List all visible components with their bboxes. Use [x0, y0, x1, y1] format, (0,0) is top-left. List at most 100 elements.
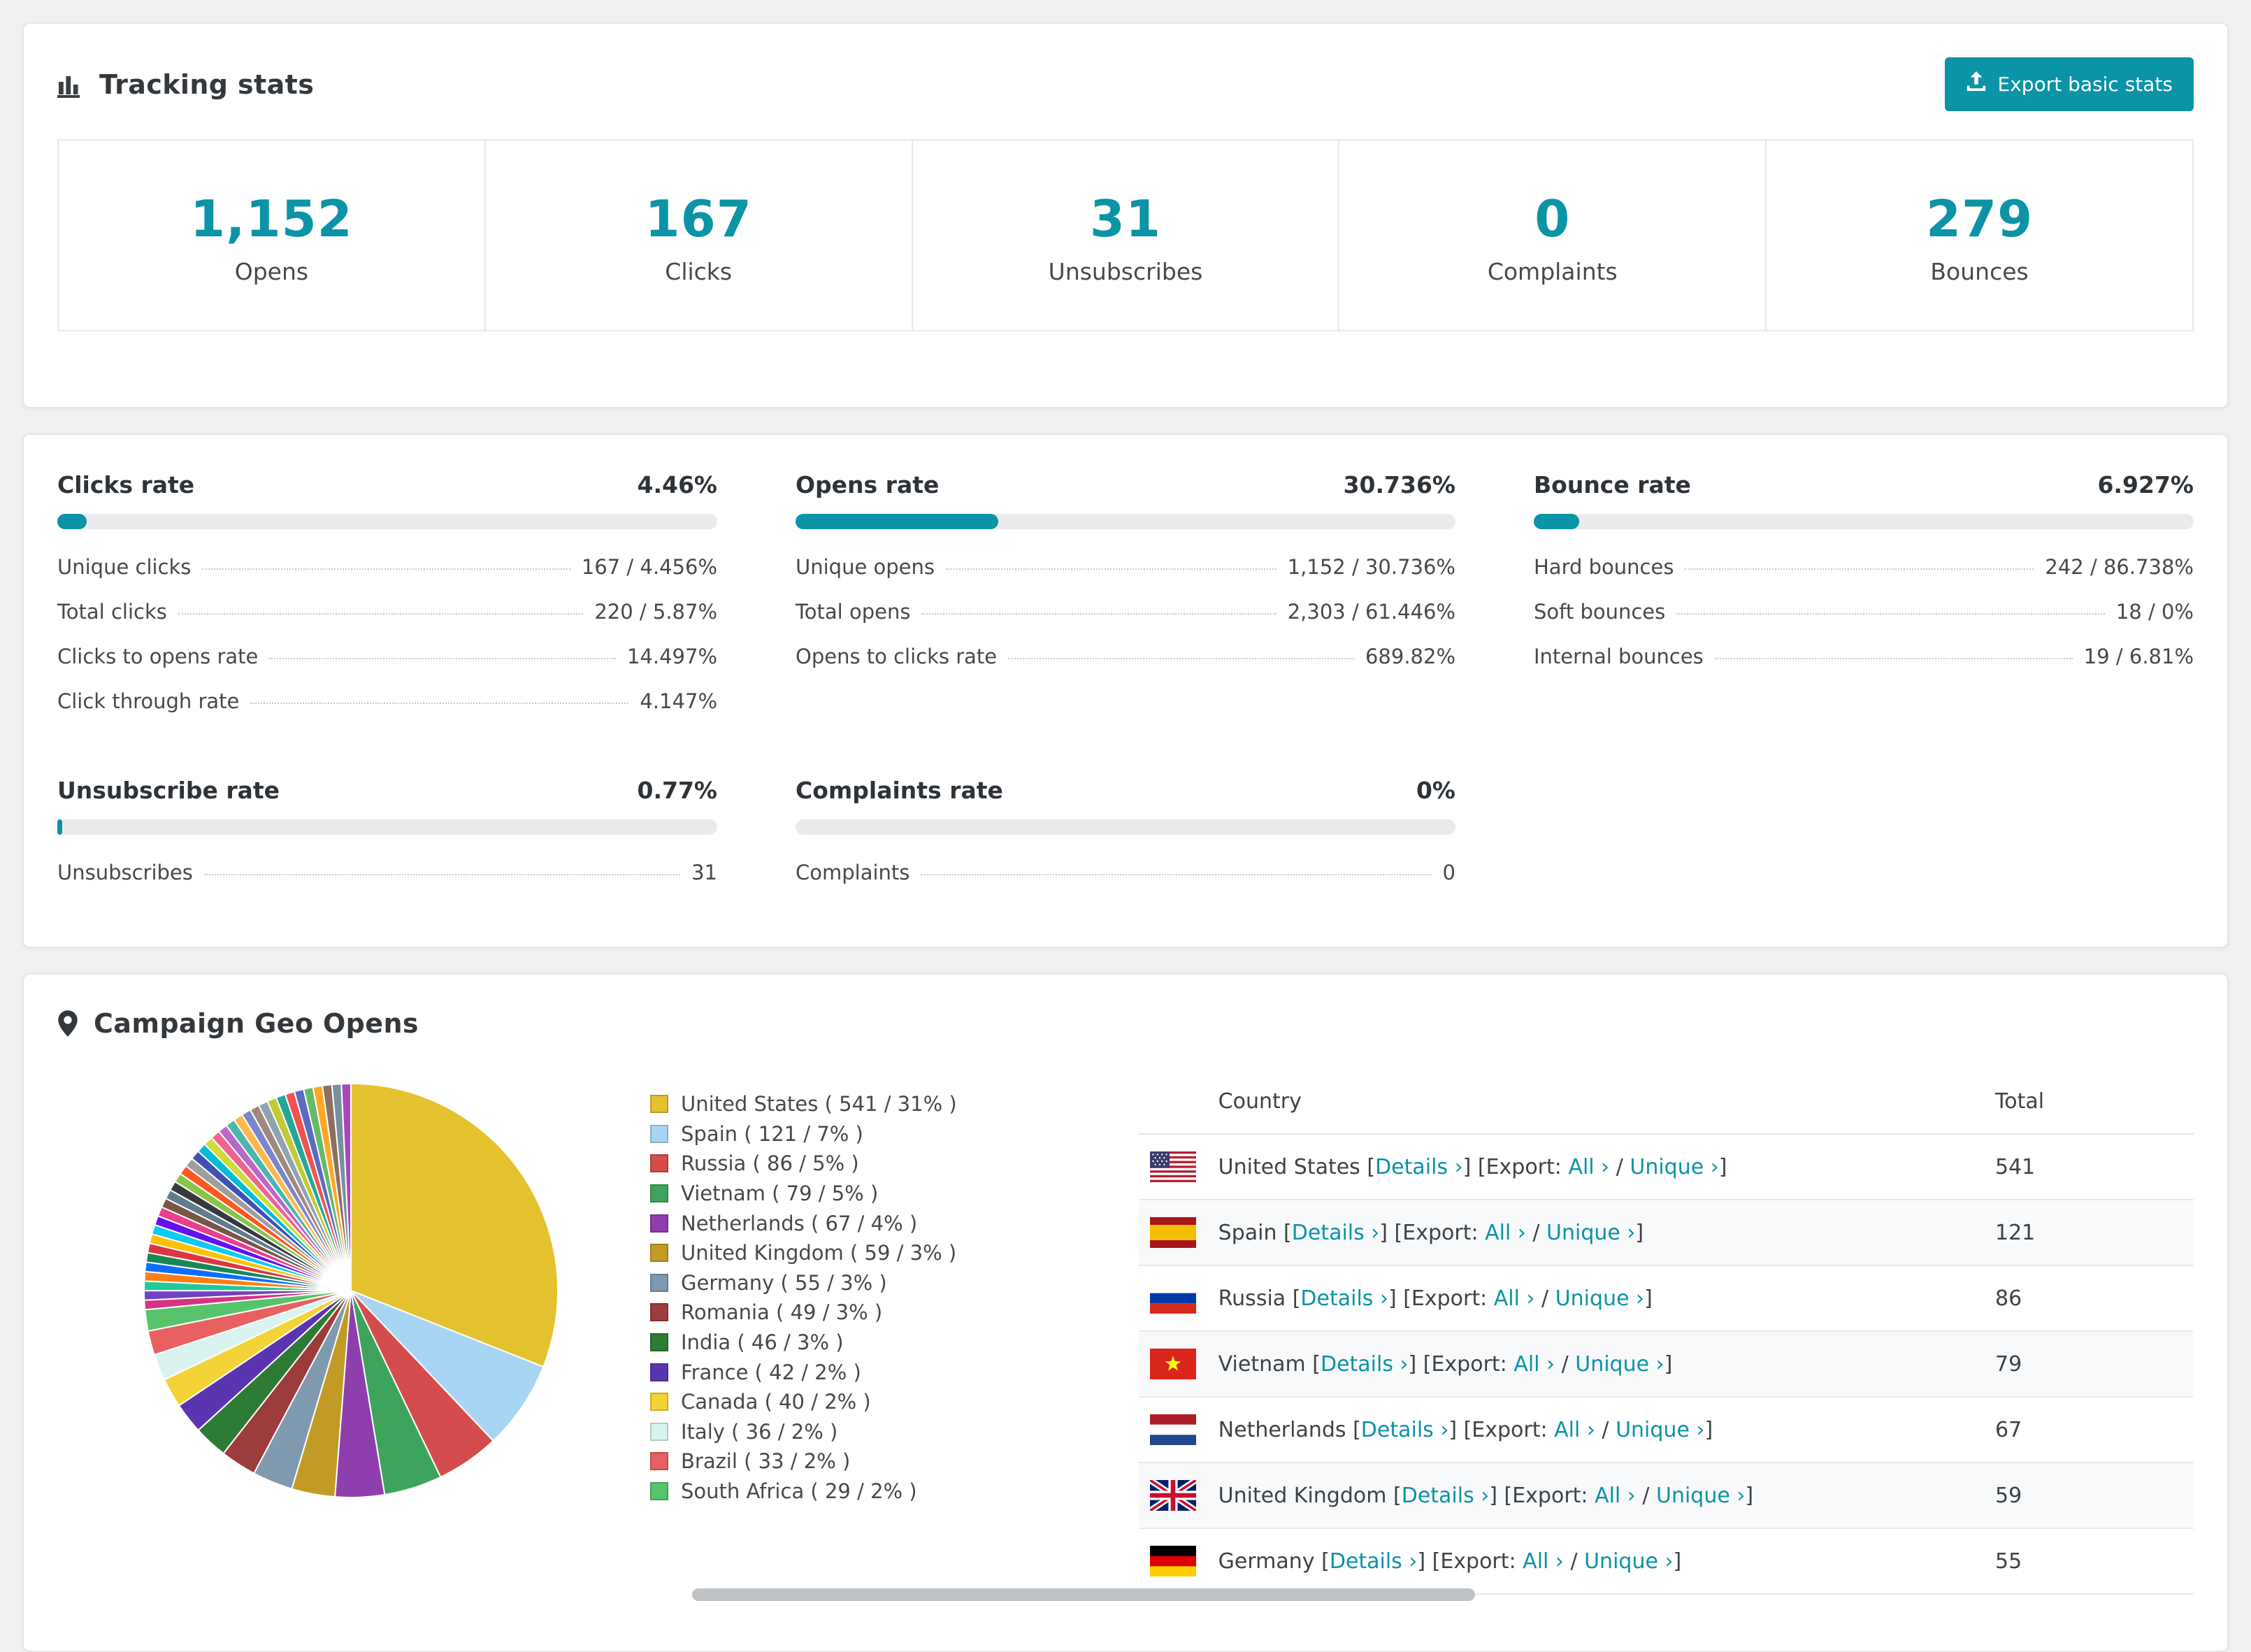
stat-line: Unsubscribes 31 — [57, 850, 717, 895]
export-basic-stats-button[interactable]: Export basic stats — [1945, 57, 2194, 111]
flag-cell — [1139, 1200, 1207, 1265]
flag-cell — [1139, 1528, 1207, 1594]
bounce-rate-section: Bounce rate 6.927% Hard bounces 242 / 86… — [1534, 471, 2194, 724]
details-link[interactable]: Details › — [1292, 1221, 1380, 1245]
export-unique-link[interactable]: Unique › — [1575, 1352, 1664, 1377]
stat-line-label: Click through rate — [57, 689, 239, 713]
page: Tracking stats Export basic stats 1,152 … — [0, 0, 2251, 1652]
export-unique-link[interactable]: Unique › — [1656, 1484, 1745, 1508]
legend-swatch — [650, 1214, 668, 1233]
table-row: Russia [Details ›] [Export: All › / Uniq… — [1139, 1265, 2194, 1331]
dotted-leader — [946, 568, 1276, 570]
stat-line-label: Complaints — [796, 861, 909, 884]
stat-line: Unique clicks 167 / 4.456% — [57, 545, 717, 589]
stat-line-value: 2,303 / 61.446% — [1288, 600, 1455, 624]
country-total: 121 — [1984, 1200, 2194, 1265]
export-all-link[interactable]: All › — [1513, 1352, 1555, 1377]
export-all-link[interactable]: All › — [1554, 1418, 1595, 1442]
rate-value: 6.927% — [2098, 471, 2194, 498]
export-all-link[interactable]: All › — [1523, 1549, 1564, 1574]
legend-label: Romania ( 49 / 3% ) — [681, 1300, 882, 1324]
stat-line: Total clicks 220 / 5.87% — [57, 589, 717, 634]
stat-line-value: 0 — [1443, 861, 1455, 884]
details-link[interactable]: Details › — [1300, 1286, 1388, 1311]
geo-legend: United States ( 541 / 31% ) Spain ( 121 … — [650, 1089, 957, 1506]
progress-fill — [57, 514, 87, 529]
progress-fill — [1534, 514, 1579, 529]
rate-rows: Unique opens 1,152 / 30.736% Total opens… — [796, 545, 1455, 679]
bracket: ] — [1664, 1352, 1673, 1377]
stat-line-value: 689.82% — [1365, 645, 1455, 668]
export-all-link[interactable]: All › — [1595, 1484, 1636, 1508]
export-all-link[interactable]: All › — [1494, 1286, 1535, 1311]
rate-head: Opens rate 30.736% — [796, 471, 1455, 498]
legend-swatch — [650, 1184, 668, 1202]
country-total: 67 — [1984, 1397, 2194, 1463]
dotted-leader — [921, 874, 1431, 875]
legend-item: United States ( 541 / 31% ) — [650, 1089, 957, 1119]
country-cell: Netherlands [Details ›] [Export: All › /… — [1207, 1397, 1984, 1463]
country-total: 59 — [1984, 1463, 2194, 1528]
stat-line-label: Unsubscribes — [57, 861, 193, 884]
stat-line: Unique opens 1,152 / 30.736% — [796, 545, 1455, 589]
bracket: ] [ — [1463, 1155, 1486, 1179]
details-link[interactable]: Details › — [1402, 1484, 1490, 1508]
stat-line: Hard bounces 242 / 86.738% — [1534, 545, 2194, 589]
table-row: United States [Details ›] [Export: All ›… — [1139, 1134, 2194, 1200]
separator: / — [1564, 1549, 1584, 1574]
dotted-leader — [250, 703, 628, 704]
export-unique-link[interactable]: Unique › — [1555, 1286, 1644, 1311]
stats-row: 1,152 Opens 167 Clicks 31 Unsubscribes 0… — [24, 139, 2227, 373]
country-flag — [1150, 1217, 1196, 1248]
separator: / — [1526, 1221, 1546, 1245]
export-unique-link[interactable]: Unique › — [1584, 1549, 1673, 1574]
details-link[interactable]: Details › — [1361, 1418, 1449, 1442]
country-cell: Spain [Details ›] [Export: All › / Uniqu… — [1207, 1200, 1984, 1265]
legend-swatch — [650, 1452, 668, 1470]
legend-item: Brazil ( 33 / 2% ) — [650, 1446, 957, 1477]
stat-label: Unsubscribes — [913, 258, 1339, 285]
bracket: [ — [1386, 1484, 1401, 1508]
progress-track — [57, 819, 717, 835]
bracket: ] — [1644, 1286, 1653, 1311]
opens-rate-section: Opens rate 30.736% Unique opens 1,152 / … — [796, 471, 1455, 724]
stat-line-label: Unique clicks — [57, 555, 191, 579]
unsubscribe-rate-section: Unsubscribe rate 0.77% Unsubscribes 31 — [57, 777, 717, 895]
rate-rows: Complaints 0 — [796, 850, 1455, 895]
details-link[interactable]: Details › — [1375, 1155, 1463, 1179]
legend-label: Italy ( 36 / 2% ) — [681, 1420, 837, 1444]
dotted-leader — [1685, 568, 2034, 570]
stat-label: Opens — [59, 258, 484, 285]
export-label: Export: — [1411, 1286, 1494, 1311]
legend-label: Vietnam ( 79 / 5% ) — [681, 1181, 878, 1205]
legend-label: Germany ( 55 / 3% ) — [681, 1271, 887, 1295]
details-link[interactable]: Details › — [1330, 1549, 1418, 1574]
country-name: United Kingdom — [1218, 1484, 1387, 1508]
export-unique-link[interactable]: Unique › — [1546, 1221, 1635, 1245]
map-pin-icon — [57, 1010, 78, 1037]
country-cell: Vietnam [Details ›] [Export: All › / Uni… — [1207, 1331, 1984, 1397]
progress-track — [796, 514, 1455, 529]
details-link[interactable]: Details › — [1321, 1352, 1409, 1377]
stat-value: 0 — [1339, 191, 1765, 247]
rate-rows: Hard bounces 242 / 86.738% Soft bounces … — [1534, 545, 2194, 679]
export-unique-link[interactable]: Unique › — [1630, 1155, 1718, 1179]
bracket: ] [ — [1379, 1221, 1402, 1245]
country-flag — [1150, 1480, 1196, 1511]
export-all-link[interactable]: All › — [1485, 1221, 1526, 1245]
legend-item: Vietnam ( 79 / 5% ) — [650, 1179, 957, 1209]
horizontal-scrollbar-thumb[interactable] — [692, 1588, 1475, 1601]
legend-item: United Kingdom ( 59 / 3% ) — [650, 1238, 957, 1268]
country-flag — [1150, 1283, 1196, 1314]
country-cell: United States [Details ›] [Export: All ›… — [1207, 1134, 1984, 1200]
export-label: Export: — [1440, 1549, 1523, 1574]
separator: / — [1555, 1352, 1575, 1377]
table-row: Spain [Details ›] [Export: All › / Uniqu… — [1139, 1200, 2194, 1265]
stat-line-value: 1,152 / 30.736% — [1288, 555, 1455, 579]
export-all-link[interactable]: All › — [1568, 1155, 1609, 1179]
stat-label: Bounces — [1767, 258, 2192, 285]
export-unique-link[interactable]: Unique › — [1616, 1418, 1704, 1442]
stat-line: Total opens 2,303 / 61.446% — [796, 589, 1455, 634]
flag-cell — [1139, 1397, 1207, 1463]
legend-item: Germany ( 55 / 3% ) — [650, 1268, 957, 1298]
